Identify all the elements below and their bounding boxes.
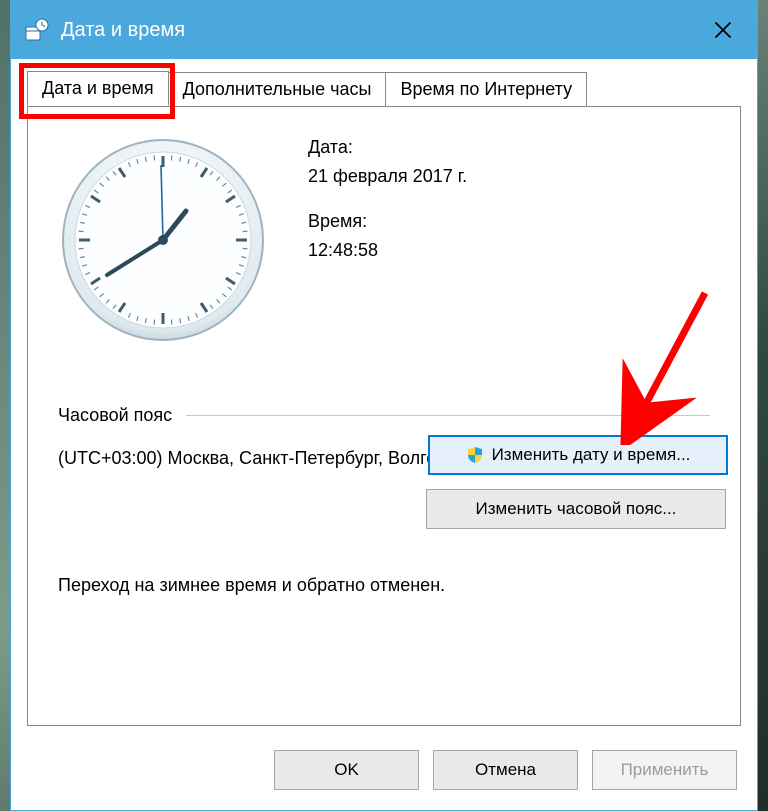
apply-button[interactable]: Применить bbox=[592, 750, 737, 790]
change-timezone-label: Изменить часовой пояс... bbox=[476, 499, 677, 519]
tab-additional-clocks[interactable]: Дополнительные часы bbox=[168, 72, 387, 106]
close-button[interactable] bbox=[699, 6, 747, 54]
change-timezone-button[interactable]: Изменить часовой пояс... bbox=[426, 489, 726, 529]
dialog-footer: OK Отмена Применить bbox=[11, 736, 757, 810]
tab-panel: Дата: 21 февраля 2017 г. Время: 12:48:58 bbox=[27, 106, 741, 726]
ok-button[interactable]: OK bbox=[274, 750, 419, 790]
divider bbox=[186, 415, 710, 416]
window-title: Дата и время bbox=[61, 19, 699, 42]
date-time-dialog: Дата и время Дата и время Дополнительные… bbox=[10, 0, 758, 811]
dst-notice: Переход на зимнее время и обратно отмене… bbox=[58, 575, 710, 596]
titlebar[interactable]: Дата и время bbox=[11, 1, 757, 59]
change-date-time-button[interactable]: Изменить дату и время... bbox=[428, 435, 728, 475]
tab-date-time[interactable]: Дата и время bbox=[27, 71, 169, 106]
time-label: Время: bbox=[308, 211, 467, 232]
analog-clock bbox=[58, 135, 268, 345]
clock-calendar-icon bbox=[25, 18, 49, 42]
time-value: 12:48:58 bbox=[308, 240, 467, 261]
timezone-heading: Часовой пояс bbox=[58, 405, 172, 426]
date-label: Дата: bbox=[308, 137, 467, 158]
date-value: 21 февраля 2017 г. bbox=[308, 166, 467, 187]
shield-icon bbox=[466, 446, 484, 464]
cancel-button[interactable]: Отмена bbox=[433, 750, 578, 790]
tab-internet-time[interactable]: Время по Интернету bbox=[385, 72, 587, 106]
close-icon bbox=[713, 20, 733, 40]
change-date-time-label: Изменить дату и время... bbox=[492, 445, 691, 465]
timezone-heading-row: Часовой пояс bbox=[58, 405, 710, 426]
tab-strip: Дата и время Дополнительные часы Время п… bbox=[11, 59, 757, 106]
